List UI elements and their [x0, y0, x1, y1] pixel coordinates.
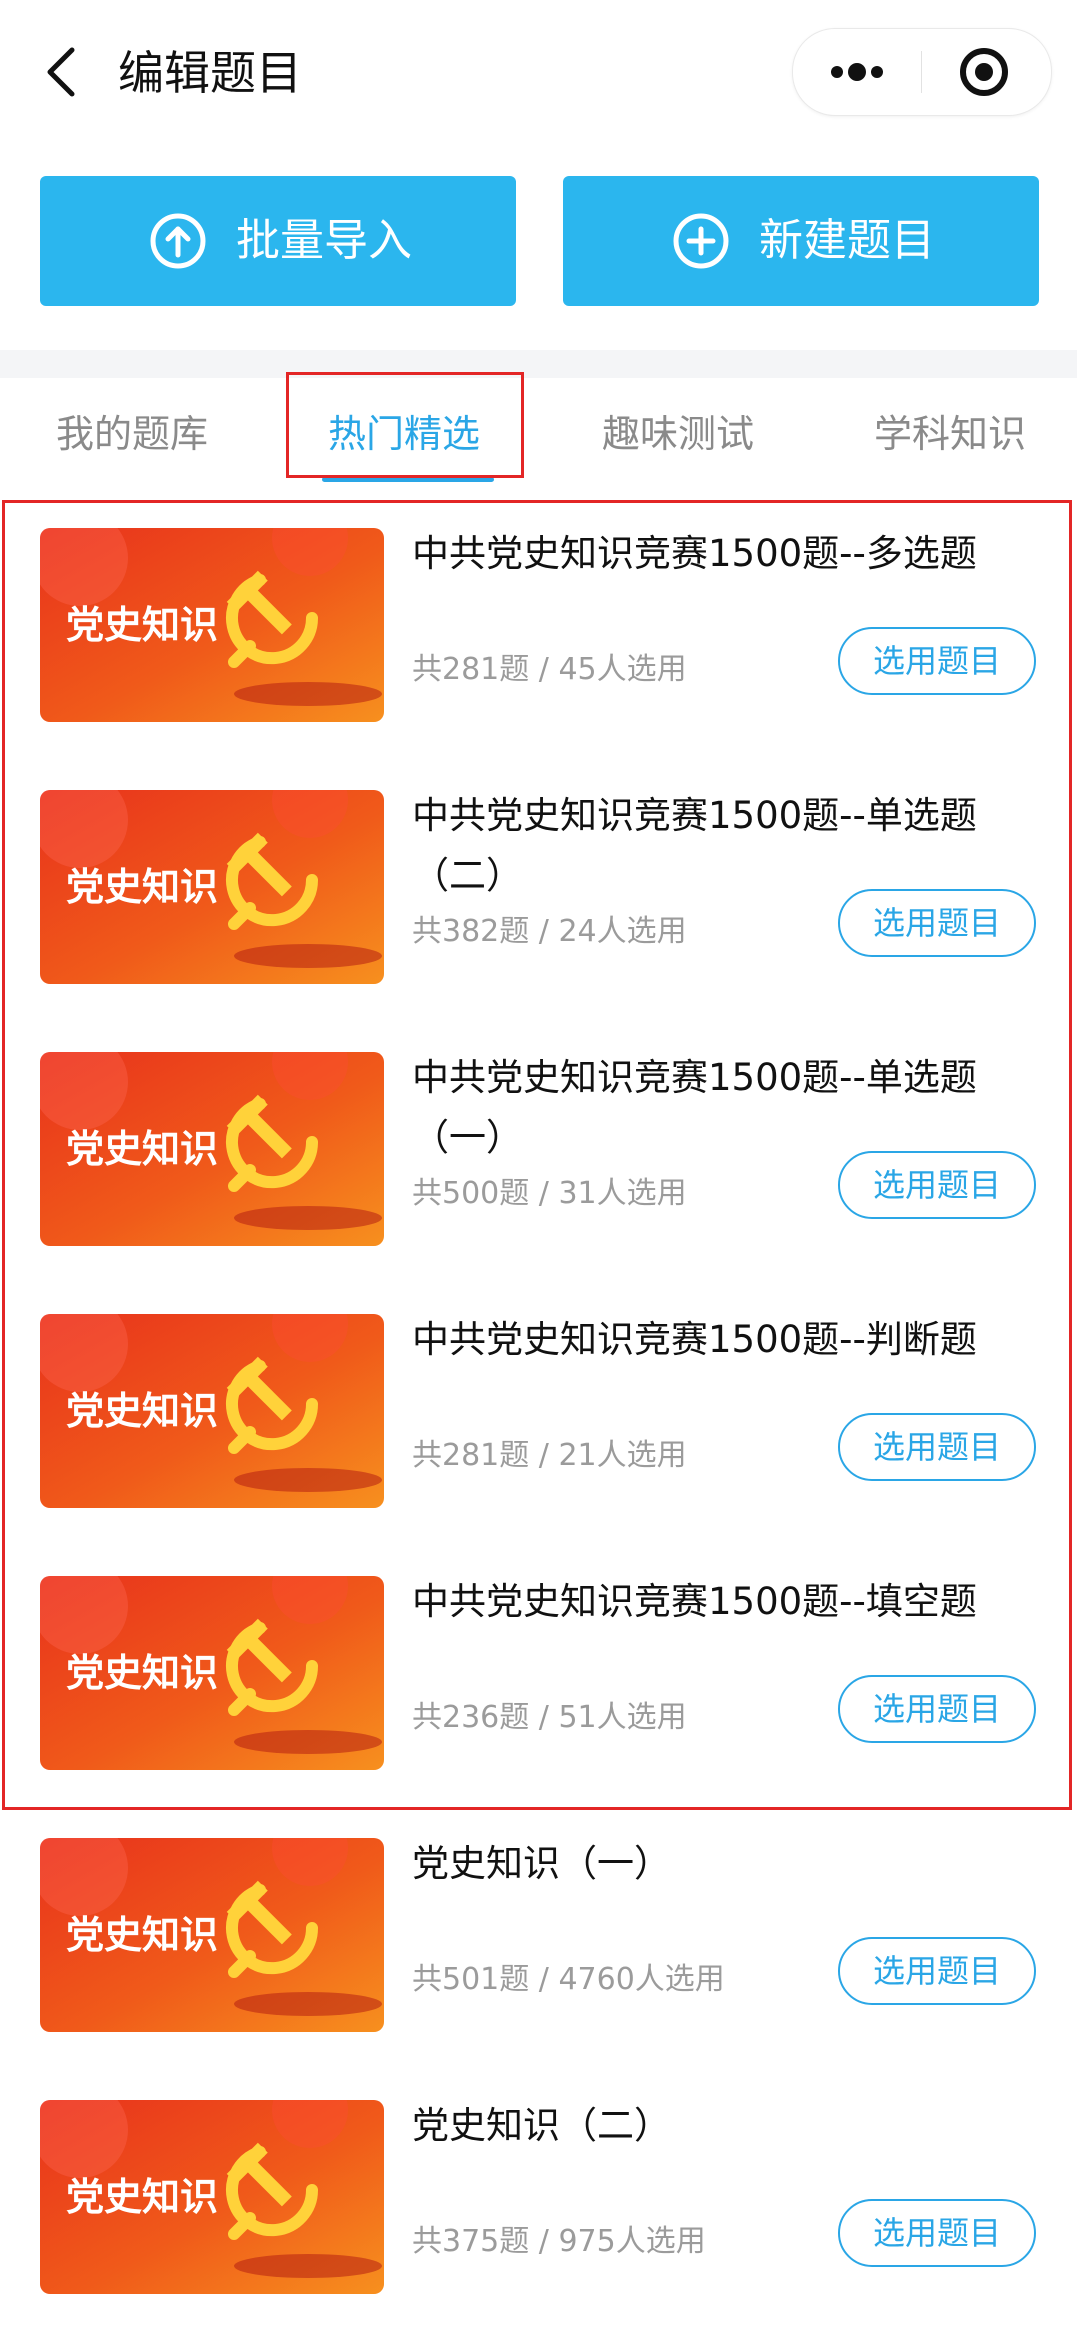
- thumbnail-label: 党史知识: [66, 1389, 218, 1433]
- section-divider: [0, 350, 1077, 378]
- bank-meta: 共500题 / 31人选用: [412, 1176, 687, 1211]
- page-title: 编辑题目: [118, 46, 302, 100]
- new-question-label: 新建题目: [759, 215, 935, 266]
- bank-title: 党史知识（二）: [412, 2104, 671, 2147]
- batch-import-label: 批量导入: [236, 215, 412, 266]
- target-icon: [960, 48, 1008, 96]
- bank-meta: 共501题 / 4760人选用: [412, 1962, 725, 1997]
- bank-item: 党史知识 中共党史知识竞赛1500题--多选题 共281题 / 45人选用 选用…: [0, 500, 1077, 762]
- upload-circle-icon: [150, 213, 206, 269]
- bank-item: 党史知识 中共党史知识竞赛1500题--判断题 共281题 / 21人选用 选用…: [0, 1286, 1077, 1548]
- bank-item: 党史知识 党史知识（一） 共501题 / 4760人选用 选用题目: [0, 1810, 1077, 2072]
- tab-fun-tests[interactable]: 趣味测试: [602, 396, 754, 472]
- back-button[interactable]: [36, 36, 86, 106]
- bank-item: 党史知识 党史知识（二） 共375题 / 975人选用 选用题目: [0, 2072, 1077, 2334]
- close-mini-program-button[interactable]: [922, 29, 1050, 115]
- bank-title: 中共党史知识竞赛1500题--填空题: [412, 1580, 977, 1623]
- bank-thumbnail: 党史知识: [40, 528, 384, 722]
- thumbnail-label: 党史知识: [66, 2175, 218, 2219]
- bank-meta: 共382题 / 24人选用: [412, 914, 687, 949]
- annotation-box-tab: [286, 372, 524, 478]
- nav-header: 编辑题目: [0, 0, 1077, 150]
- select-bank-button[interactable]: 选用题目: [838, 2199, 1036, 2267]
- bank-title: 中共党史知识竞赛1500题--判断题: [412, 1318, 977, 1361]
- bank-thumbnail: 党史知识: [40, 1576, 384, 1770]
- bank-thumbnail: 党史知识: [40, 2100, 384, 2294]
- thumbnail-label: 党史知识: [66, 1127, 218, 1171]
- select-bank-button[interactable]: 选用题目: [838, 1937, 1036, 2005]
- bank-meta: 共236题 / 51人选用: [412, 1700, 687, 1735]
- tab-my-bank[interactable]: 我的题库: [56, 396, 208, 472]
- more-dots-icon: [831, 63, 883, 81]
- mini-program-capsule: [792, 28, 1052, 116]
- select-bank-button[interactable]: 选用题目: [838, 627, 1036, 695]
- tab-subject-knowledge[interactable]: 学科知识: [874, 396, 1026, 472]
- more-button[interactable]: [793, 29, 921, 115]
- select-bank-button[interactable]: 选用题目: [838, 1151, 1036, 1219]
- bank-thumbnail: 党史知识: [40, 1314, 384, 1508]
- thumbnail-label: 党史知识: [66, 603, 218, 647]
- bank-title: 中共党史知识竞赛1500题--单选题（二）: [412, 794, 977, 897]
- plus-circle-icon: [673, 213, 729, 269]
- bank-thumbnail: 党史知识: [40, 790, 384, 984]
- bank-item: 党史知识 中共党史知识竞赛1500题--填空题 共236题 / 51人选用 选用…: [0, 1548, 1077, 1810]
- select-bank-button[interactable]: 选用题目: [838, 889, 1036, 957]
- bank-meta: 共375题 / 975人选用: [412, 2224, 706, 2259]
- batch-import-button[interactable]: 批量导入: [40, 176, 516, 306]
- thumbnail-label: 党史知识: [66, 1913, 218, 1957]
- chevron-left-icon: [47, 47, 75, 97]
- new-question-button[interactable]: 新建题目: [563, 176, 1039, 306]
- bank-title: 中共党史知识竞赛1500题--单选题（一）: [412, 1056, 977, 1159]
- bank-item: 党史知识 中共党史知识竞赛1500题--单选题（一） 共500题 / 31人选用…: [0, 1024, 1077, 1286]
- bank-title: 中共党史知识竞赛1500题--多选题: [412, 532, 977, 575]
- select-bank-button[interactable]: 选用题目: [838, 1675, 1036, 1743]
- thumbnail-label: 党史知识: [66, 1651, 218, 1695]
- select-bank-button[interactable]: 选用题目: [838, 1413, 1036, 1481]
- bank-item: 党史知识 中共党史知识竞赛1500题--单选题（二） 共382题 / 24人选用…: [0, 762, 1077, 1024]
- bank-thumbnail: 党史知识: [40, 1838, 384, 2032]
- thumbnail-label: 党史知识: [66, 865, 218, 909]
- bank-meta: 共281题 / 45人选用: [412, 652, 687, 687]
- bank-title: 党史知识（一）: [412, 1842, 671, 1885]
- bank-thumbnail: 党史知识: [40, 1052, 384, 1246]
- bank-meta: 共281题 / 21人选用: [412, 1438, 687, 1473]
